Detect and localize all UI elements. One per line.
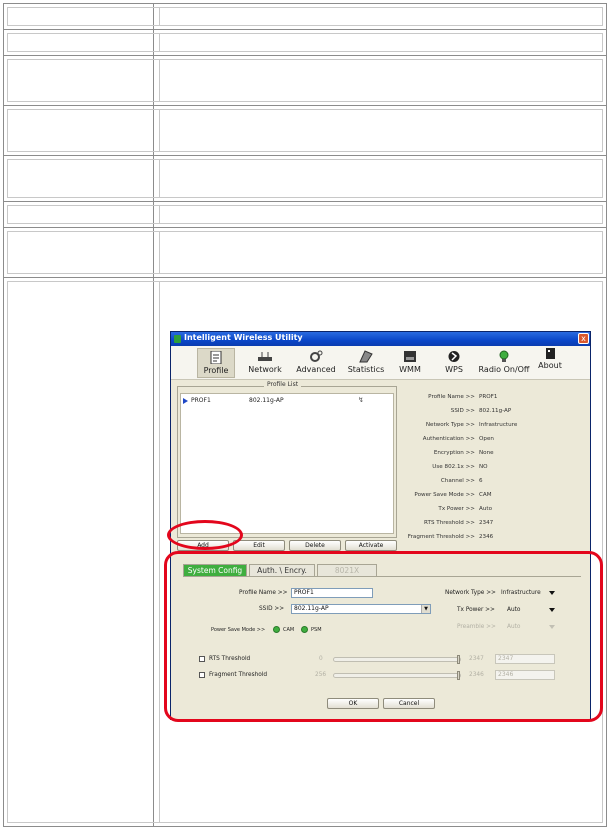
table-row <box>4 4 606 30</box>
radio-icon <box>499 350 509 362</box>
toolbar-label: Network <box>248 365 282 374</box>
toolbar-label: Advanced <box>296 365 336 374</box>
toolbar-label: WMM <box>399 365 421 374</box>
detail-row: Profile Name >> PROF1 <box>428 394 498 400</box>
toolbar-label: Profile <box>203 366 229 375</box>
about-icon <box>546 348 555 359</box>
detail-row: Fragment Threshold >> 2346 <box>407 534 494 540</box>
edit-button[interactable]: Edit <box>233 540 285 551</box>
detail-row: Tx Power >> Auto <box>438 506 492 512</box>
detail-row: Use 802.1x >> NO <box>432 464 488 470</box>
toolbar-label: Radio On/Off <box>478 365 530 374</box>
detail-row: SSID >> 802.11g-AP <box>450 408 512 414</box>
window-title: Intelligent Wireless Utility <box>184 333 303 342</box>
toolbar: Profile Network Advanced Statistics WMM … <box>171 346 590 380</box>
detail-row: Authentication >> Open <box>422 436 494 442</box>
wmm-icon <box>404 351 416 362</box>
active-arrow-icon <box>183 398 188 404</box>
toolbar-wps[interactable]: WPS <box>439 348 469 378</box>
delete-button[interactable]: Delete <box>289 540 341 551</box>
table-row <box>4 156 606 202</box>
table-row <box>4 202 606 228</box>
toolbar-profile[interactable]: Profile <box>197 348 235 378</box>
close-button[interactable]: x <box>578 333 589 344</box>
toolbar-radio-onoff[interactable]: Radio On/Off <box>477 348 531 378</box>
profile-list-title: Profile List <box>264 381 302 388</box>
signal-icon: ↯ <box>358 396 364 404</box>
table-row <box>4 106 606 156</box>
toolbar-about[interactable]: About <box>535 348 565 378</box>
network-icon <box>258 352 272 361</box>
list-item[interactable]: PROF1 802.11g-AP ↯ <box>183 396 391 406</box>
profile-icon <box>210 351 222 364</box>
config-highlight-ring <box>164 551 603 722</box>
advanced-icon <box>310 350 323 362</box>
app-icon <box>174 335 181 343</box>
toolbar-statistics[interactable]: Statistics <box>343 348 389 378</box>
detail-row: Channel >> 6 <box>440 478 483 484</box>
table-row <box>4 30 606 56</box>
detail-row: Power Save Mode >> CAM <box>414 492 492 498</box>
table-row <box>4 56 606 106</box>
table-row <box>4 228 606 278</box>
detail-row: Network Type >> Infrastructure <box>425 422 518 428</box>
toolbar-network[interactable]: Network <box>243 348 287 378</box>
profile-list: PROF1 802.11g-AP ↯ <box>180 393 394 534</box>
toolbar-label: WPS <box>445 365 463 374</box>
profile-name: PROF1 <box>191 397 211 404</box>
add-highlight-ring <box>167 520 243 550</box>
profile-ssid: 802.11g-AP <box>249 397 284 404</box>
statistics-icon <box>359 350 373 363</box>
profile-list-group: Profile List PROF1 802.11g-AP ↯ <box>177 381 397 538</box>
toolbar-label: Statistics <box>347 365 385 374</box>
toolbar-label: About <box>538 361 562 370</box>
wps-icon <box>448 351 460 362</box>
title-bar[interactable]: Intelligent Wireless Utility x <box>171 332 590 346</box>
activate-button[interactable]: Activate <box>345 540 397 551</box>
detail-row: Encryption >> None <box>433 450 494 456</box>
detail-row: RTS Threshold >> 2347 <box>424 520 494 526</box>
toolbar-advanced[interactable]: Advanced <box>293 348 339 378</box>
toolbar-wmm[interactable]: WMM <box>395 348 425 378</box>
